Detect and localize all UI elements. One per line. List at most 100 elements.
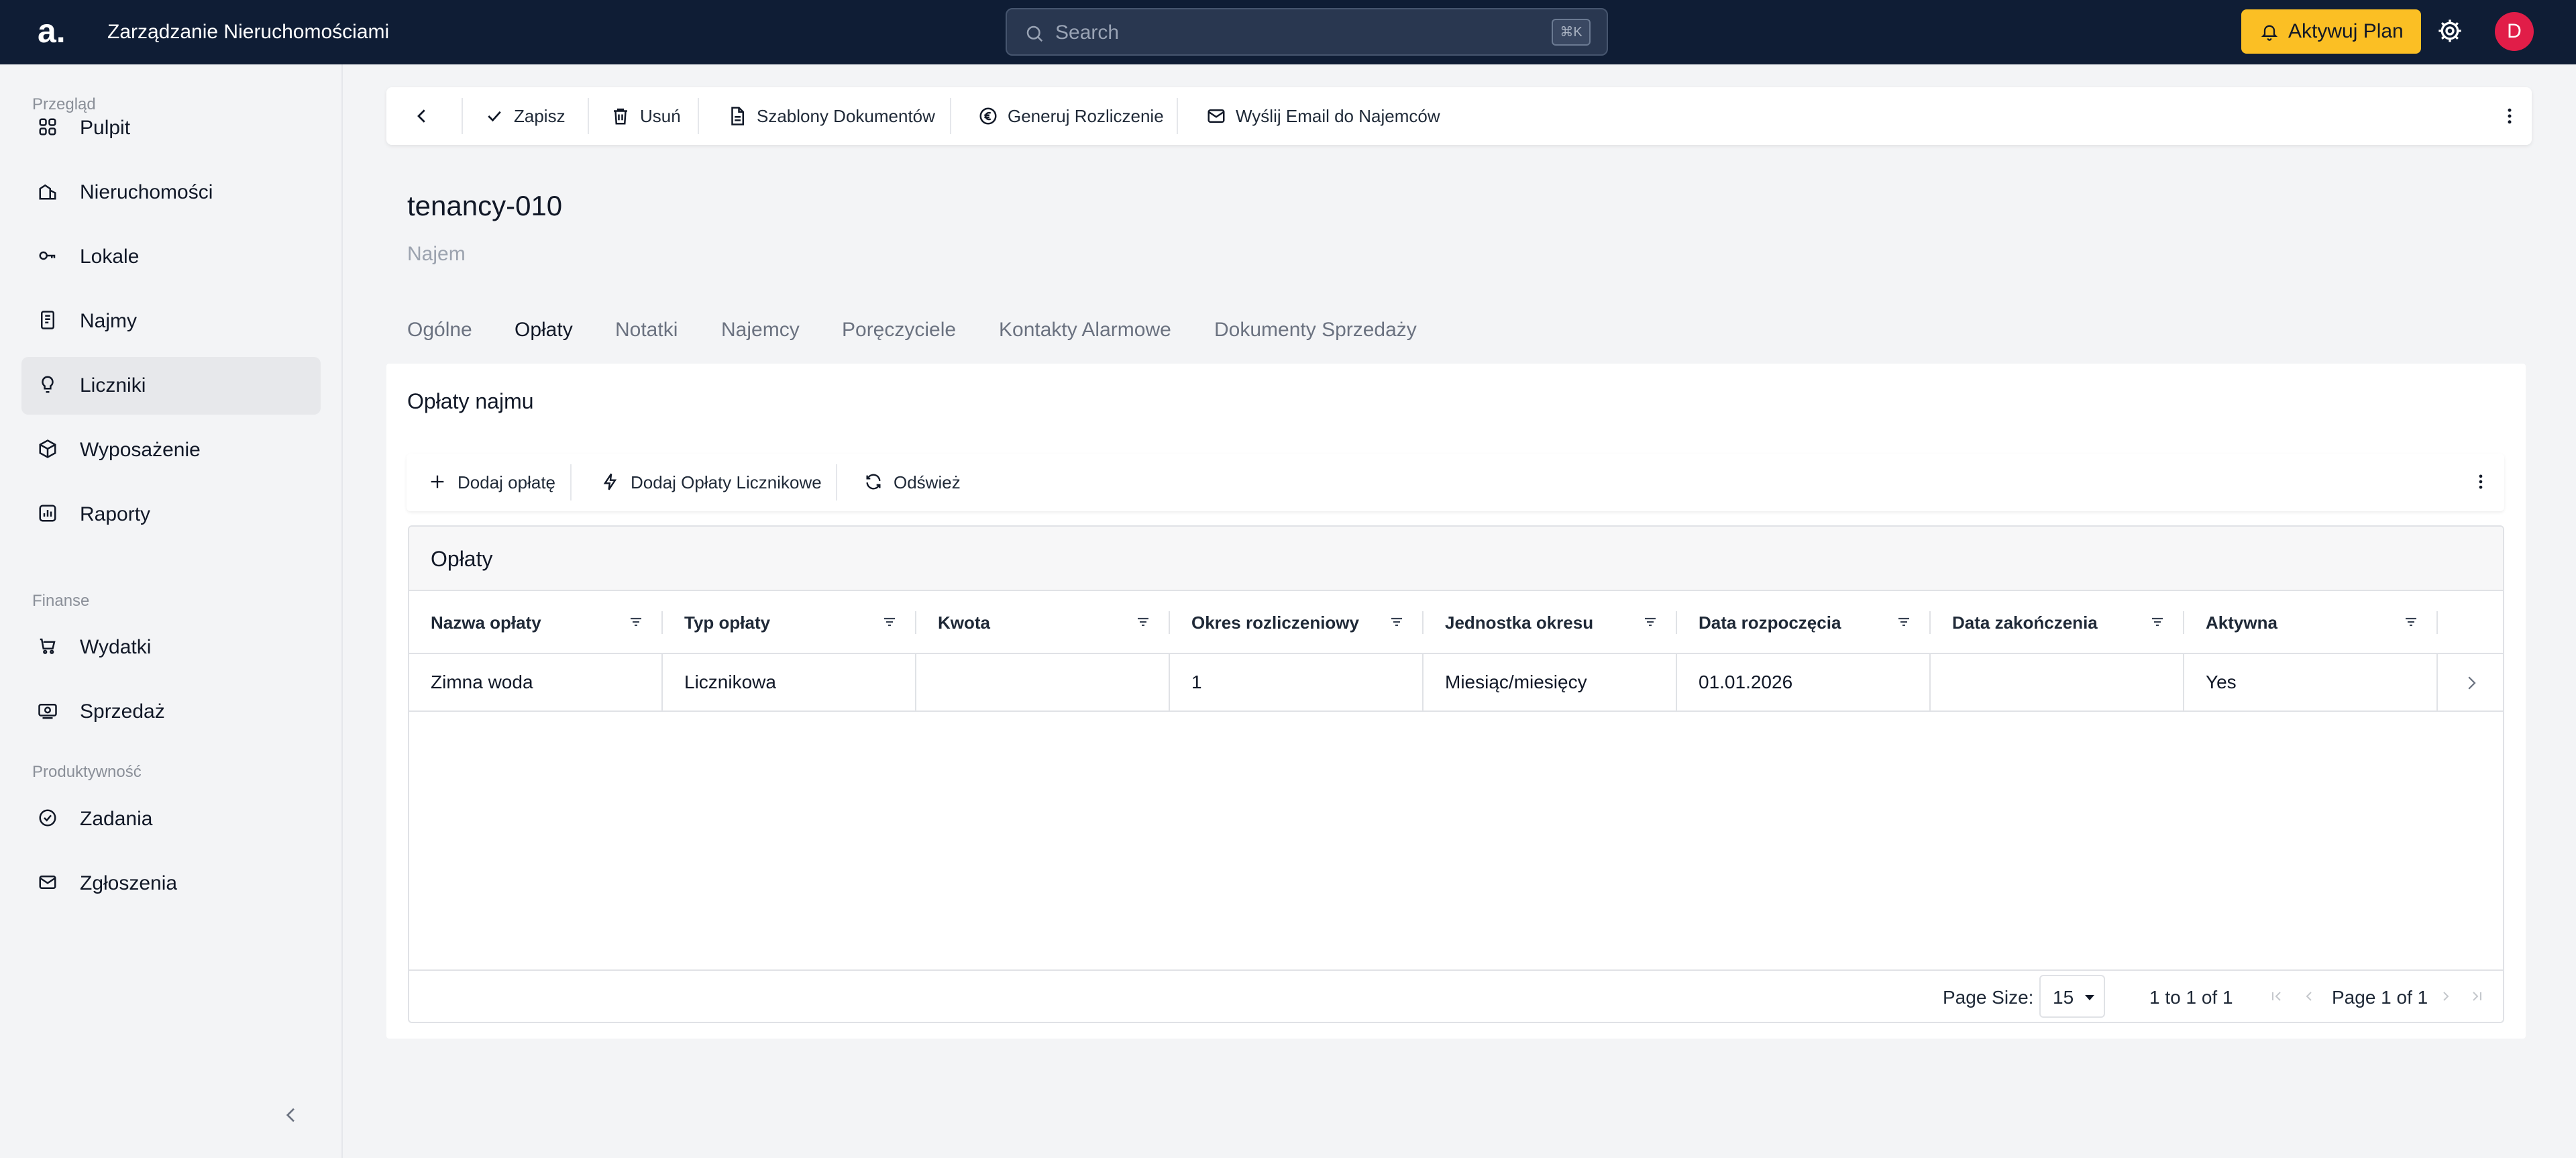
cell-value: Yes xyxy=(2206,672,2237,692)
grid-options-button[interactable] xyxy=(2471,454,2490,511)
refresh-label: Odśwież xyxy=(894,472,961,492)
column-header-label: Nazwa opłaty xyxy=(431,613,541,633)
search-input[interactable]: Search ⌘K xyxy=(1006,8,1608,56)
column-header-end-date[interactable]: Data zakończenia xyxy=(1931,591,2184,653)
filter-icon[interactable] xyxy=(2149,614,2165,630)
grid-header: Opłaty xyxy=(409,527,2503,591)
top-bar: a. Zarządzanie Nieruchomościami Search ⌘… xyxy=(0,0,2576,64)
euro-icon xyxy=(978,106,998,126)
delete-button[interactable]: Usuń xyxy=(610,87,686,145)
collapse-sidebar-icon[interactable] xyxy=(280,1104,302,1126)
sidebar-item-label: Pulpit xyxy=(80,117,131,139)
column-header-amount[interactable]: Kwota xyxy=(916,591,1170,653)
tab-dokumenty-sprzedazy[interactable]: Dokumenty Sprzedaży xyxy=(1214,317,1417,344)
table-cell: 01.01.2026 xyxy=(1677,654,1931,710)
sidebar-item-wyposazenie[interactable]: Wyposażenie xyxy=(21,421,321,479)
page-subtitle: Najem xyxy=(407,243,466,265)
tab-najemcy[interactable]: Najemcy xyxy=(721,317,800,344)
chevron-right-icon[interactable] xyxy=(2461,673,2481,693)
refresh-icon xyxy=(864,472,883,491)
next-page-icon[interactable] xyxy=(2438,988,2454,1004)
back-button[interactable] xyxy=(408,87,439,145)
sidebar-item-label: Sprzedaż xyxy=(80,700,165,723)
bell-icon xyxy=(2260,23,2279,42)
column-header-period-unit[interactable]: Jednostka okresu xyxy=(1424,591,1677,653)
tab-notatki[interactable]: Notatki xyxy=(615,317,678,344)
cell-value: 01.01.2026 xyxy=(1699,672,1793,692)
column-header-active[interactable]: Aktywna xyxy=(2184,591,2438,653)
table-cell: Miesiąc/miesięcy xyxy=(1424,654,1677,710)
column-header-fee-type[interactable]: Typ opłaty xyxy=(663,591,916,653)
refresh-button[interactable]: Odśwież xyxy=(864,454,965,511)
column-header-label: Data zakończenia xyxy=(1952,613,2098,633)
caret-down-icon xyxy=(2085,995,2094,1000)
filter-icon[interactable] xyxy=(1389,614,1405,630)
toolbar-divider xyxy=(836,464,837,501)
page-info: Page 1 of 1 xyxy=(2332,987,2428,1008)
report-icon xyxy=(38,503,58,523)
sidebar-item-label: Wyposażenie xyxy=(80,439,201,461)
sidebar-item-najmy[interactable]: Najmy xyxy=(21,293,321,350)
add-fee-button[interactable]: Dodaj opłatę xyxy=(428,454,555,511)
column-divider[interactable] xyxy=(2436,611,2438,634)
email-tenants-button[interactable]: Wyślij Email do Najemców xyxy=(1206,87,1448,145)
sidebar-item-wydatki[interactable]: Wydatki xyxy=(21,619,321,676)
column-header-label: Jednostka okresu xyxy=(1445,613,1594,633)
filter-icon[interactable] xyxy=(628,614,644,630)
filter-icon[interactable] xyxy=(1135,614,1151,630)
sidebar-item-sprzedaz[interactable]: Sprzedaż xyxy=(21,683,321,741)
row-range: 1 to 1 of 1 xyxy=(2149,987,2233,1008)
page-size-select[interactable]: 15 xyxy=(2039,975,2105,1018)
sidebar-item-label: Nieruchomości xyxy=(80,181,213,203)
sidebar: Przegląd Pulpit Nieruchomości Lokale Naj… xyxy=(0,64,343,1158)
more-options-button[interactable] xyxy=(2500,87,2520,145)
check-circle-icon xyxy=(38,808,58,828)
sidebar-item-zgloszenia[interactable]: Zgłoszenia xyxy=(21,855,321,912)
buildings-icon xyxy=(38,181,58,201)
table-cell: Zimna woda xyxy=(409,654,663,710)
sidebar-item-nieruchomosci[interactable]: Nieruchomości xyxy=(21,164,321,221)
sidebar-item-pulpit[interactable]: Pulpit xyxy=(21,99,321,157)
filter-icon[interactable] xyxy=(2403,614,2419,630)
save-button[interactable]: Zapisz xyxy=(484,87,577,145)
sidebar-item-liczniki[interactable]: Liczniki xyxy=(21,357,321,415)
gear-icon[interactable] xyxy=(2436,17,2463,44)
generate-settlement-button[interactable]: Generuj Rozliczenie xyxy=(978,87,1167,145)
tab-ogolne[interactable]: Ogólne xyxy=(407,317,472,344)
column-header-label: Typ opłaty xyxy=(684,613,771,633)
tab-poreczyciele[interactable]: Poręczyciele xyxy=(842,317,956,344)
box-icon xyxy=(38,439,58,459)
avatar[interactable]: D xyxy=(2495,12,2534,51)
column-header-label: Kwota xyxy=(938,613,990,633)
sidebar-item-label: Liczniki xyxy=(80,374,146,397)
column-header-start-date[interactable]: Data rozpoczęcia xyxy=(1677,591,1931,653)
column-header-label: Data rozpoczęcia xyxy=(1699,613,1841,633)
activate-plan-button[interactable]: Aktywuj Plan xyxy=(2241,9,2421,54)
plus-icon xyxy=(428,472,447,491)
filter-icon[interactable] xyxy=(1896,614,1912,630)
sidebar-item-zadania[interactable]: Zadania xyxy=(21,790,321,848)
column-header-billing-period[interactable]: Okres rozliczeniowy xyxy=(1170,591,1424,653)
page-size-label: Page Size: xyxy=(1943,987,2034,1008)
filter-icon[interactable] xyxy=(881,614,898,630)
document-templates-button[interactable]: Szablony Dokumentów xyxy=(727,87,942,145)
fees-card: Opłaty najmu Dodaj opłatę Dodaj Opłaty L… xyxy=(386,364,2526,1039)
table-row[interactable]: Zimna woda Licznikowa 1 Miesiąc/miesięcy… xyxy=(409,654,2503,712)
file-icon xyxy=(727,106,747,126)
first-page-icon[interactable] xyxy=(2269,988,2285,1004)
kebab-menu-icon xyxy=(2500,106,2520,126)
last-page-icon[interactable] xyxy=(2469,988,2485,1004)
sidebar-item-raporty[interactable]: Raporty xyxy=(21,486,321,543)
sidebar-item-lokale[interactable]: Lokale xyxy=(21,228,321,286)
sidebar-item-label: Zadania xyxy=(80,808,153,830)
previous-page-icon[interactable] xyxy=(2301,988,2317,1004)
filter-icon[interactable] xyxy=(1642,614,1658,630)
toolbar-divider xyxy=(950,98,951,134)
tab-oplaty[interactable]: Opłaty xyxy=(515,317,573,344)
column-header-fee-name[interactable]: Nazwa opłaty xyxy=(409,591,663,653)
document-templates-label: Szablony Dokumentów xyxy=(757,106,935,126)
app-logo[interactable]: a. xyxy=(38,9,78,52)
add-meter-fees-button[interactable]: Dodaj Opłaty Licznikowe xyxy=(601,454,822,511)
chevron-left-icon xyxy=(412,106,432,126)
tab-kontakty-alarmowe[interactable]: Kontakty Alarmowe xyxy=(999,317,1171,344)
